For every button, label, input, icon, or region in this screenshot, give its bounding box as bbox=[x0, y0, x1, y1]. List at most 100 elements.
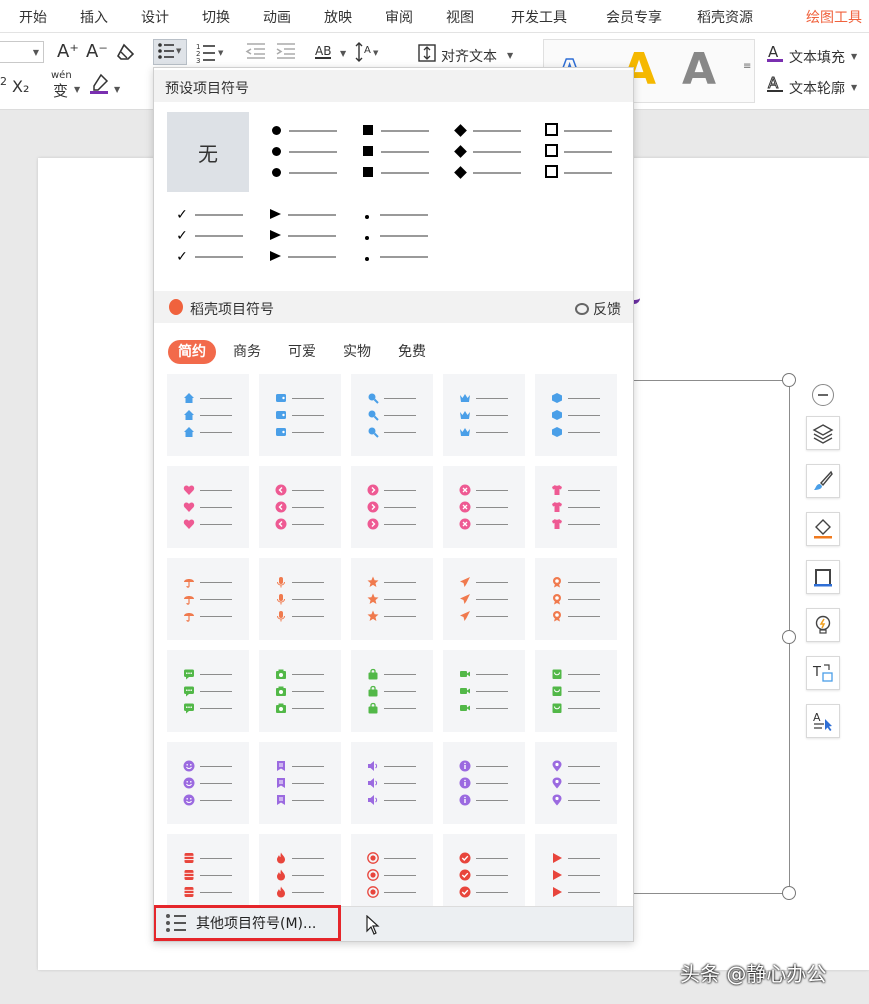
decrease-indent-icon[interactable] bbox=[245, 42, 267, 64]
bullet-tile-paper-plane[interactable] bbox=[443, 558, 525, 640]
menu-transition[interactable]: 切换 bbox=[202, 7, 230, 27]
camera-icon bbox=[275, 702, 287, 714]
bullet-tile-right-arrow-circle[interactable] bbox=[351, 466, 433, 548]
text-box-convert-button[interactable]: T bbox=[806, 656, 840, 690]
bullet-tile-house[interactable] bbox=[167, 374, 249, 456]
resize-handle-bottom-right[interactable] bbox=[782, 886, 796, 900]
menu-insert[interactable]: 插入 bbox=[80, 7, 108, 27]
resize-handle-top-right[interactable] bbox=[782, 373, 796, 387]
bullet-tile-speaker[interactable] bbox=[351, 742, 433, 824]
menu-slideshow[interactable]: 放映 bbox=[324, 7, 352, 27]
bullet-line-placeholder bbox=[200, 598, 232, 600]
bullet-preset-diamond[interactable] bbox=[439, 112, 521, 192]
bullet-tile-camera[interactable] bbox=[259, 650, 341, 732]
bullet-tile-heart[interactable] bbox=[167, 466, 249, 548]
layers-button[interactable] bbox=[806, 416, 840, 450]
idea-button[interactable] bbox=[806, 608, 840, 642]
bullet-list-button[interactable]: ▼ bbox=[153, 39, 187, 65]
bullet-tile-smiley[interactable] bbox=[167, 742, 249, 824]
bullet-line-placeholder bbox=[568, 489, 600, 491]
tab-simple[interactable]: 简约 bbox=[168, 340, 216, 364]
bullet-tile-microphone[interactable] bbox=[259, 558, 341, 640]
bullet-tile-wallet[interactable] bbox=[259, 374, 341, 456]
bullet-preset-small-dot[interactable] bbox=[346, 196, 428, 276]
menu-drawing-tools[interactable]: 绘图工具 bbox=[806, 7, 862, 27]
bullet-tile-target[interactable] bbox=[351, 834, 433, 916]
bullet-tile-medal[interactable] bbox=[535, 558, 617, 640]
brush-button[interactable] bbox=[806, 464, 840, 498]
location-pin-icon bbox=[551, 794, 563, 806]
fill-bucket-button[interactable] bbox=[806, 512, 840, 546]
bullet-tile-crown[interactable] bbox=[443, 374, 525, 456]
tab-objects[interactable]: 实物 bbox=[343, 340, 371, 364]
bullet-line-placeholder bbox=[568, 397, 600, 399]
menu-member[interactable]: 会员专享 bbox=[606, 7, 662, 27]
text-select-button[interactable]: A bbox=[806, 704, 840, 738]
bullet-preset-check[interactable]: ✓ ✓ ✓ bbox=[161, 196, 243, 276]
resize-handle-right[interactable] bbox=[782, 630, 796, 644]
feedback-link[interactable]: 反馈 bbox=[575, 299, 621, 319]
bullet-tile-bookmark[interactable] bbox=[259, 742, 341, 824]
increase-indent-icon[interactable] bbox=[275, 42, 297, 64]
menu-start[interactable]: 开始 bbox=[19, 7, 47, 27]
bullet-tile-flame[interactable] bbox=[259, 834, 341, 916]
decrease-font-button[interactable]: A⁻ bbox=[86, 41, 108, 62]
text-fill-button[interactable]: 文本填充 bbox=[789, 47, 845, 67]
menu-developer[interactable]: 开发工具 bbox=[511, 7, 567, 27]
bullet-preset-circle[interactable] bbox=[255, 112, 337, 192]
bullet-tile-chat-bubble[interactable] bbox=[167, 650, 249, 732]
bullet-tile-cart[interactable] bbox=[535, 650, 617, 732]
bullet-tile-location-pin[interactable] bbox=[535, 742, 617, 824]
tab-free[interactable]: 免费 bbox=[398, 340, 426, 364]
text-outline-icon[interactable]: A bbox=[766, 74, 784, 98]
bullet-tile-close-circle[interactable] bbox=[443, 466, 525, 548]
bullet-line-placeholder bbox=[292, 782, 324, 784]
phonetic-guide-char[interactable]: 变 bbox=[53, 80, 68, 101]
text-fill-icon[interactable]: A bbox=[766, 43, 784, 67]
bullet-preset-hollow-square[interactable] bbox=[530, 112, 612, 192]
bullet-tile-check-circle[interactable] bbox=[443, 834, 525, 916]
menu-docer[interactable]: 稻壳资源 bbox=[697, 7, 753, 27]
align-text-button[interactable]: 对齐文本 bbox=[441, 46, 497, 66]
text-spacing-button[interactable]: AB bbox=[315, 45, 332, 59]
wordart-gray-style[interactable]: A bbox=[682, 44, 716, 95]
info-circle-icon bbox=[459, 794, 471, 806]
none-label: 无 bbox=[198, 141, 218, 166]
increase-font-button[interactable]: A⁺ bbox=[57, 41, 79, 62]
subscript-button[interactable]: X₂ bbox=[12, 77, 29, 96]
numbered-list-icon[interactable]: 1 2 3 ▼ bbox=[194, 41, 228, 67]
text-outline-button[interactable]: 文本轮廓 bbox=[789, 78, 845, 98]
bullet-tile-umbrella[interactable] bbox=[167, 558, 249, 640]
bullet-tile-magnifier[interactable] bbox=[351, 374, 433, 456]
bullet-tile-video[interactable] bbox=[443, 650, 525, 732]
menu-review[interactable]: 审阅 bbox=[385, 7, 413, 27]
bullet-tile-database[interactable] bbox=[167, 834, 249, 916]
hollow-square-icon bbox=[544, 165, 558, 178]
align-text-icon[interactable] bbox=[417, 43, 437, 67]
bullet-tile-tshirt[interactable] bbox=[535, 466, 617, 548]
collapse-minus-icon[interactable] bbox=[812, 384, 834, 406]
bullet-tile-left-arrow-circle[interactable] bbox=[259, 466, 341, 548]
tab-cute[interactable]: 可爱 bbox=[288, 340, 316, 364]
bullet-tile-play[interactable] bbox=[535, 834, 617, 916]
font-size-select[interactable]: ▼ bbox=[0, 41, 44, 63]
bullet-preset-square[interactable] bbox=[347, 112, 429, 192]
highlight-pen-icon[interactable] bbox=[89, 73, 111, 99]
line-spacing-icon[interactable]: A ▼ bbox=[355, 41, 383, 67]
bullet-preset-none[interactable]: 无 bbox=[167, 112, 249, 192]
bullet-tile-cube[interactable] bbox=[535, 374, 617, 456]
menu-view[interactable]: 视图 bbox=[446, 7, 474, 27]
bullet-preset-arrow[interactable] bbox=[254, 196, 336, 276]
menu-design[interactable]: 设计 bbox=[141, 7, 169, 27]
outline-button[interactable] bbox=[806, 560, 840, 594]
bullet-tile-star[interactable] bbox=[351, 558, 433, 640]
bullet-tile-bag[interactable] bbox=[351, 650, 433, 732]
bullet-tile-info-circle[interactable] bbox=[443, 742, 525, 824]
more-bullets-button[interactable]: 其他项目符号(M)... bbox=[154, 905, 341, 941]
bag-icon bbox=[367, 685, 379, 697]
menu-animation[interactable]: 动画 bbox=[263, 7, 291, 27]
gallery-more-icon[interactable]: ≡ bbox=[743, 61, 751, 72]
clear-format-eraser-icon[interactable] bbox=[117, 43, 137, 65]
tab-business[interactable]: 商务 bbox=[233, 340, 261, 364]
bullet-line-placeholder bbox=[568, 799, 600, 801]
